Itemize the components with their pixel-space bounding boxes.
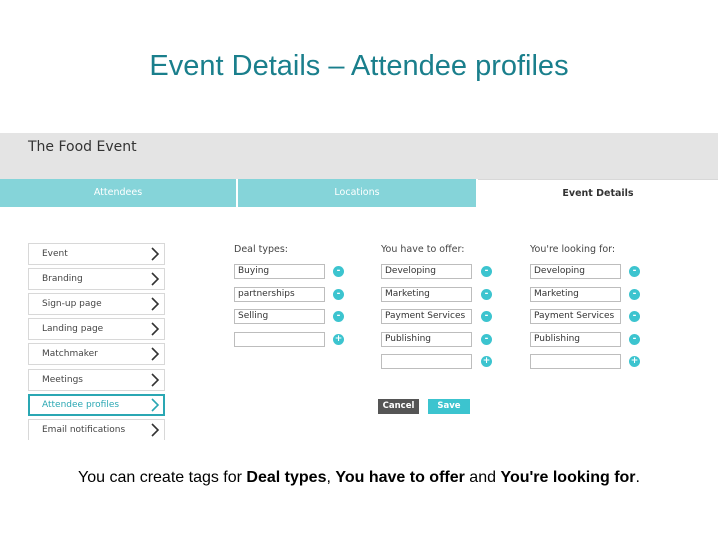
- chevron-right-icon: [151, 272, 160, 286]
- remove-tag-button[interactable]: -: [629, 334, 640, 345]
- remove-tag-button[interactable]: -: [333, 311, 344, 322]
- remove-tag-button[interactable]: -: [629, 311, 640, 322]
- chevron-right-icon: [151, 373, 160, 387]
- offer-tag-input[interactable]: Publishing: [381, 332, 472, 347]
- sidebar-item-email-notifications[interactable]: Email notifications: [28, 419, 165, 440]
- deal-type-tag-input[interactable]: partnerships: [234, 287, 325, 302]
- remove-tag-button[interactable]: -: [481, 266, 492, 277]
- sidebar-item-meetings[interactable]: Meetings: [28, 369, 165, 391]
- looking-for-tag-input[interactable]: Developing: [530, 264, 621, 279]
- chevron-right-icon: [151, 423, 160, 437]
- new-offer-tag-input[interactable]: [381, 354, 472, 369]
- sidebar-item-matchmaker[interactable]: Matchmaker: [28, 343, 165, 365]
- sidebar-item-branding[interactable]: Branding: [28, 268, 165, 290]
- caption-text: You can create tags for: [78, 469, 247, 486]
- add-tag-button[interactable]: +: [333, 334, 344, 345]
- chevron-right-icon: [151, 347, 160, 361]
- caption-deal-types: Deal types: [246, 469, 327, 486]
- app-title: The Food Event: [28, 139, 137, 155]
- sidebar-item-label: Meetings: [42, 375, 83, 385]
- offer-tag-input[interactable]: Developing: [381, 264, 472, 279]
- new-deal-type-input[interactable]: [234, 332, 325, 347]
- new-looking-for-tag-input[interactable]: [530, 354, 621, 369]
- offer-tag-input[interactable]: Marketing: [381, 287, 472, 302]
- deal-type-tag-input[interactable]: Buying: [234, 264, 325, 279]
- sidebar-item-label: Branding: [42, 274, 83, 284]
- remove-tag-button[interactable]: -: [629, 289, 640, 300]
- sidebar-item-sign-up-page[interactable]: Sign-up page: [28, 293, 165, 315]
- caption-have-to-offer: You have to offer: [335, 469, 465, 486]
- cancel-button[interactable]: Cancel: [378, 399, 419, 414]
- sidebar-item-label: Matchmaker: [42, 349, 98, 359]
- slide-caption: You can create tags for Deal types, You …: [0, 469, 718, 487]
- tab-event-details[interactable]: Event Details: [478, 179, 718, 207]
- add-tag-button[interactable]: +: [629, 356, 640, 367]
- sidebar-item-label: Attendee profiles: [42, 400, 120, 410]
- sidebar-item-label: Email notifications: [42, 425, 126, 435]
- tab-bar: Attendees Locations Event Details: [0, 179, 718, 207]
- looking-for-label: You're looking for:: [530, 244, 616, 255]
- have-to-offer-label: You have to offer:: [381, 244, 465, 255]
- deal-type-tag-input[interactable]: Selling: [234, 309, 325, 324]
- add-tag-button[interactable]: +: [481, 356, 492, 367]
- sidebar-item-label: Event: [42, 249, 68, 259]
- save-button[interactable]: Save: [428, 399, 470, 414]
- looking-for-tag-input[interactable]: Publishing: [530, 332, 621, 347]
- caption-text: .: [635, 469, 640, 486]
- tab-attendees[interactable]: Attendees: [0, 179, 236, 207]
- tab-locations[interactable]: Locations: [238, 179, 476, 207]
- chevron-right-icon: [151, 322, 160, 336]
- sidebar-item-attendee-profiles[interactable]: Attendee profiles: [28, 394, 165, 416]
- sidebar-item-landing-page[interactable]: Landing page: [28, 318, 165, 340]
- remove-tag-button[interactable]: -: [481, 334, 492, 345]
- remove-tag-button[interactable]: -: [481, 289, 492, 300]
- looking-for-tag-input[interactable]: Marketing: [530, 287, 621, 302]
- deal-types-label: Deal types:: [234, 244, 289, 255]
- remove-tag-button[interactable]: -: [629, 266, 640, 277]
- chevron-right-icon: [151, 297, 160, 311]
- remove-tag-button[interactable]: -: [333, 266, 344, 277]
- remove-tag-button[interactable]: -: [481, 311, 492, 322]
- chevron-right-icon: [151, 247, 160, 261]
- offer-tag-input[interactable]: Payment Services: [381, 309, 472, 324]
- chevron-right-icon: [151, 398, 160, 412]
- sidebar-item-label: Sign-up page: [42, 299, 102, 309]
- remove-tag-button[interactable]: -: [333, 289, 344, 300]
- sidebar-item-label: Landing page: [42, 324, 104, 334]
- looking-for-tag-input[interactable]: Payment Services: [530, 309, 621, 324]
- caption-looking-for: You're looking for: [500, 469, 636, 486]
- caption-text: and: [464, 469, 501, 486]
- sidebar-item-event[interactable]: Event: [28, 243, 165, 265]
- slide-title: Event Details – Attendee profiles: [149, 50, 569, 82]
